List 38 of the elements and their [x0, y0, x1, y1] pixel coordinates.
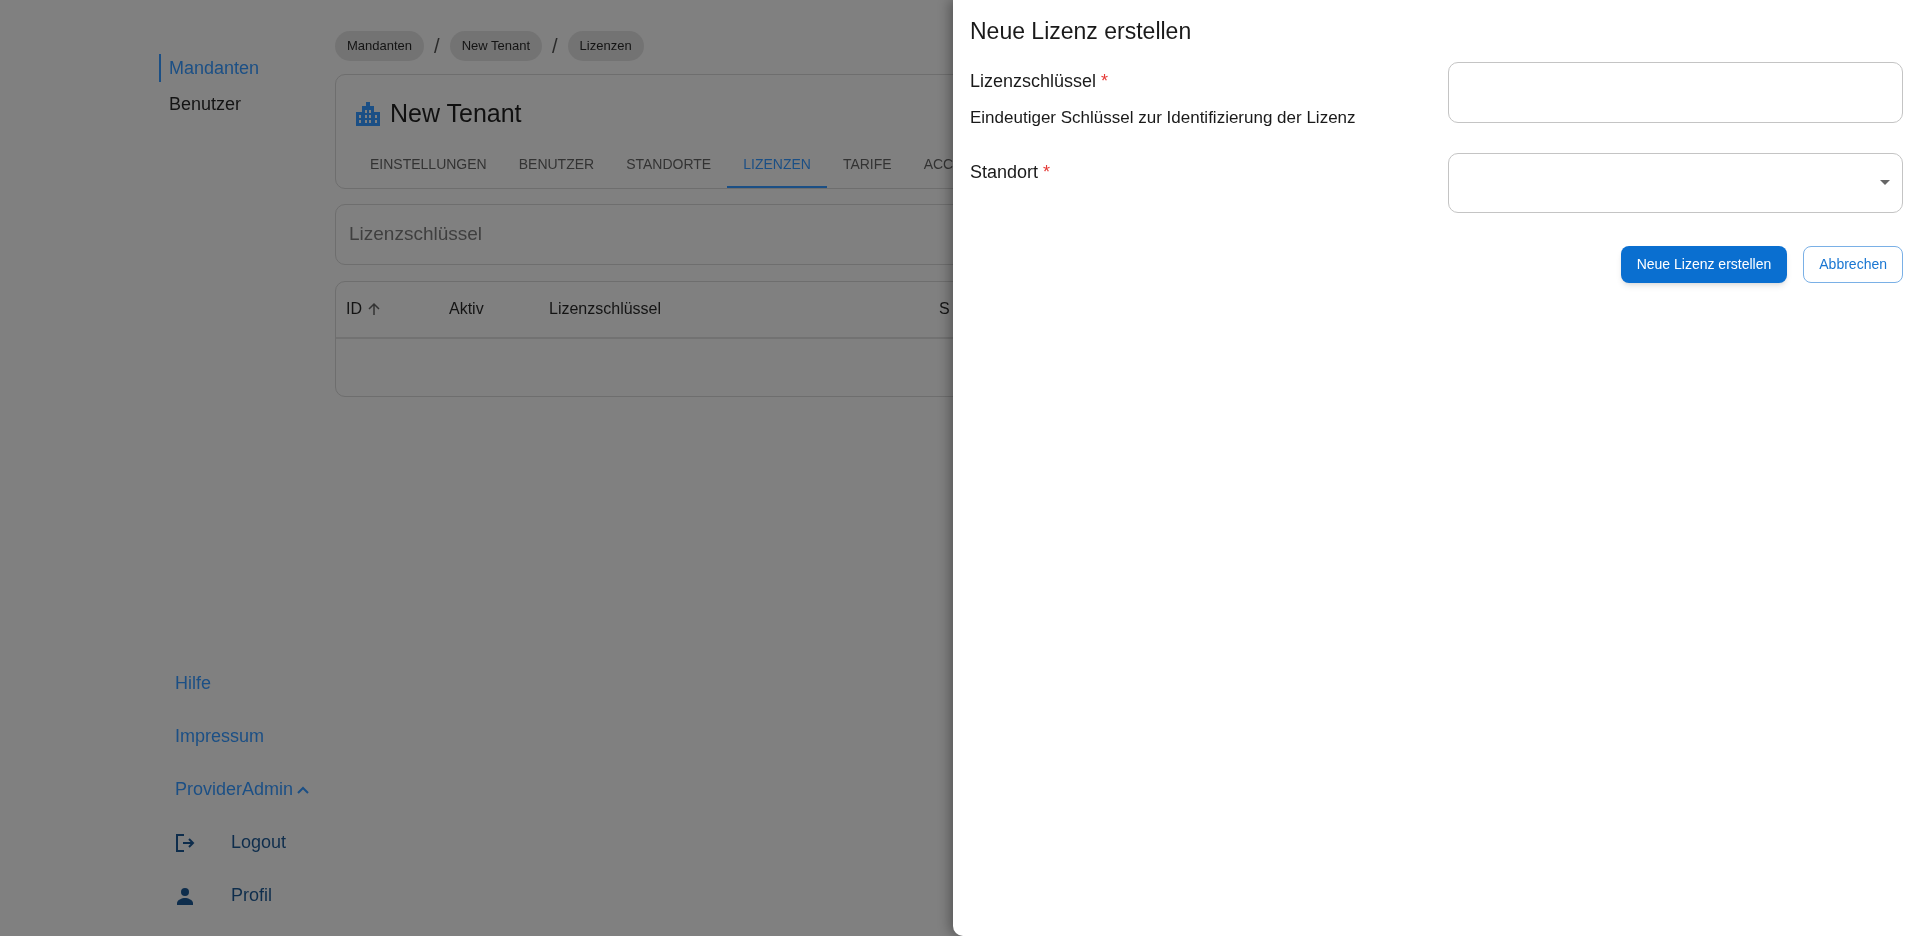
field-description: Eindeutiger Schlüssel zur Identifizierung der Lizenz	[970, 107, 1357, 129]
required-mark: *	[1101, 70, 1109, 93]
breadcrumb-chip[interactable]: Lizenzen	[567, 31, 644, 61]
column-header[interactable]: S	[929, 297, 953, 321]
search-field[interactable]: Lizenzschlüssel	[335, 203, 953, 265]
breadcrumb-chip[interactable]: Mandanten	[335, 31, 425, 61]
select-field[interactable]	[1448, 152, 1903, 213]
dialog-title: Neue Lizenz erstellen	[970, 17, 1193, 46]
column-header[interactable]: ID	[336, 297, 439, 321]
nav-link[interactable]: Benutzer	[159, 90, 242, 118]
tab[interactable]: ACC	[907, 142, 953, 188]
cancel-button[interactable]: Abbrechen	[1803, 245, 1903, 283]
tab[interactable]: EINSTELLUNGEN	[354, 142, 503, 188]
text-input[interactable]	[1448, 62, 1903, 123]
nav-link[interactable]: Mandanten	[159, 54, 260, 82]
building-icon	[354, 99, 382, 128]
column-header[interactable]: Aktiv	[439, 297, 539, 321]
breadcrumb-separator: /	[434, 34, 440, 59]
person-icon	[175, 885, 195, 906]
field-label: Lizenzschlüssel	[970, 70, 1097, 93]
tab[interactable]: LIZENZEN	[727, 142, 827, 188]
create-button[interactable]: Neue Lizenz erstellen	[1620, 245, 1788, 283]
dropdown-arrow-icon	[1880, 180, 1890, 185]
tab[interactable]: BENUTZER	[502, 142, 611, 188]
logout-icon	[175, 832, 195, 853]
tenant-title: New Tenant	[390, 98, 522, 129]
column-header[interactable]: Lizenzschlüssel	[539, 297, 929, 321]
breadcrumb-separator: /	[552, 34, 558, 59]
required-mark: *	[1043, 160, 1051, 184]
user-menu-item[interactable]: Profil	[175, 869, 272, 922]
footer-link[interactable]: Hilfe	[175, 657, 211, 710]
footer-link[interactable]: Impressum	[175, 710, 264, 763]
breadcrumb-chip[interactable]: New Tenant	[449, 31, 543, 61]
tab[interactable]: TARIFE	[826, 142, 908, 188]
tab[interactable]: STANDORTE	[610, 142, 728, 188]
user-menu-button[interactable]: ProviderAdmin	[175, 763, 310, 816]
user-menu-item[interactable]: Logout	[175, 816, 287, 869]
field-label: Standort	[970, 160, 1039, 184]
